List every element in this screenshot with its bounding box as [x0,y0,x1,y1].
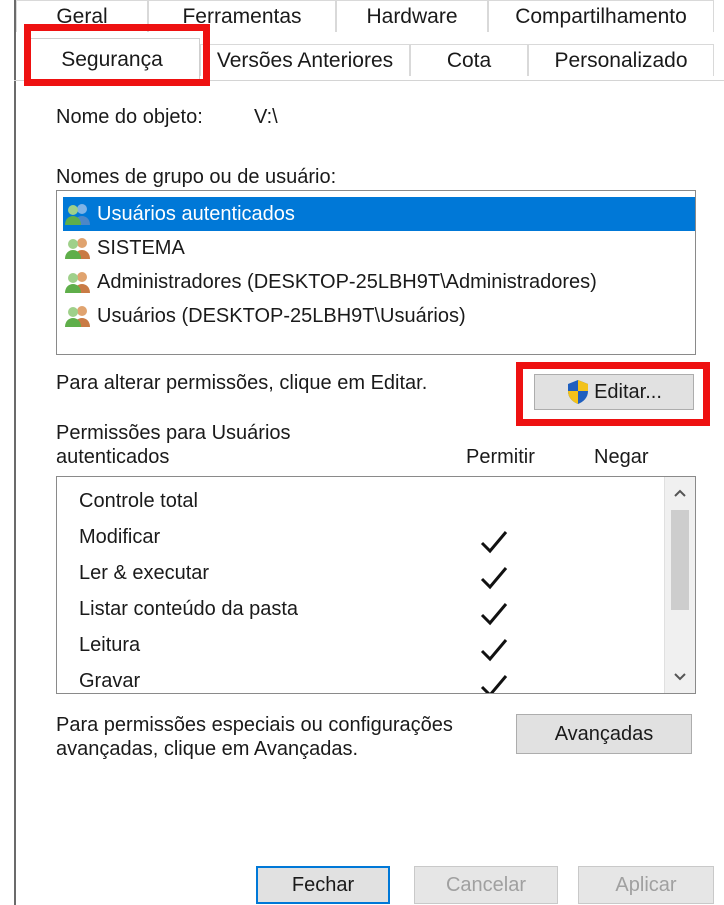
groups-listbox[interactable]: Usuários autenticados SISTEMA Administra… [56,190,696,355]
tab-hardware[interactable]: Hardware [336,0,488,32]
advanced-hint-line2: avançadas, clique em Avançadas. [56,738,359,760]
uac-shield-icon [566,379,590,405]
tab-ferramentas[interactable]: Ferramentas [148,0,336,32]
tab-geral[interactable]: Geral [16,0,148,32]
group-name: Usuários (DESKTOP-25LBH9T\Usuários) [97,304,466,327]
object-name-label: Nome do objeto: [56,106,203,128]
permissions-list[interactable]: Controle total Modificar Ler & executar … [56,476,696,694]
apply-button[interactable]: Aplicar [578,866,714,904]
tab-compartilhamento[interactable]: Compartilhamento [488,0,714,32]
permission-row: Listar conteúdo da pasta [79,597,299,620]
permission-row: Gravar [79,669,141,692]
group-name: Usuários autenticados [97,202,295,225]
users-icon [63,271,93,293]
users-icon [63,305,93,327]
column-allow: Permitir [466,446,535,468]
group-name: SISTEMA [97,236,185,259]
permission-row: Controle total [79,489,198,512]
permissions-title-line2: autenticados [56,446,170,468]
permission-row: Ler & executar [79,561,210,584]
edit-button-label: Editar... [594,380,662,403]
checkmark-icon [479,565,509,591]
checkmark-icon [479,601,509,627]
group-name: Administradores (DESKTOP-25LBH9T\Adminis… [97,270,597,293]
list-item-sistema[interactable]: SISTEMA [63,231,193,265]
chevron-down-icon[interactable] [665,663,695,691]
tab-divider [14,80,724,81]
chevron-up-icon[interactable] [665,479,695,507]
column-deny: Negar [594,446,649,468]
groups-label: Nomes de grupo ou de usuário: [56,166,337,188]
tab-seguranca[interactable]: Segurança [24,38,200,80]
advanced-hint-line1: Para permissões especiais ou configuraçõ… [56,714,453,736]
tab-versoes-anteriores[interactable]: Versões Anteriores [200,44,410,76]
permissions-scrollbar[interactable] [664,477,695,693]
scroll-thumb[interactable] [671,510,689,610]
checkmark-icon [479,637,509,663]
edit-hint: Para alterar permissões, clique em Edita… [56,372,428,394]
cancel-button[interactable]: Cancelar [414,866,558,904]
users-icon [63,237,93,259]
permissions-title-line1: Permissões para Usuários [56,422,291,444]
window-edge [0,0,16,905]
list-item-usuarios-autenticados[interactable]: Usuários autenticados [63,197,695,231]
permission-row: Modificar [79,525,161,548]
tab-cota[interactable]: Cota [410,44,528,76]
close-button[interactable]: Fechar [256,866,390,904]
edit-button[interactable]: Editar... [534,374,694,410]
tab-personalizado[interactable]: Personalizado [528,44,714,76]
checkmark-icon [479,529,509,555]
object-name-value: V:\ [254,106,278,128]
list-item-usuarios[interactable]: Usuários (DESKTOP-25LBH9T\Usuários) [63,299,474,333]
checkmark-icon [479,673,509,693]
advanced-button[interactable]: Avançadas [516,714,692,754]
users-icon [63,203,93,225]
permission-row: Leitura [79,633,141,656]
list-item-administradores[interactable]: Administradores (DESKTOP-25LBH9T\Adminis… [63,265,605,299]
